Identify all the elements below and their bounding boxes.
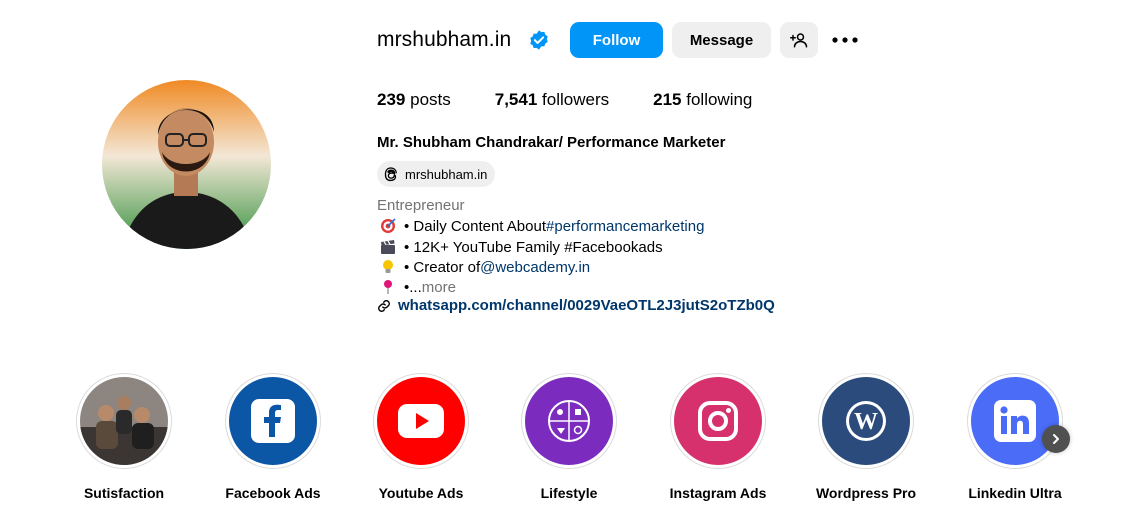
bio-line-text: •... (404, 278, 422, 296)
message-button[interactable]: Message (672, 22, 771, 58)
highlight-wordpress-pro[interactable]: W Wordpress Pro (811, 373, 921, 501)
highlight-instagram-ads[interactable]: Instagram Ads (663, 373, 773, 501)
bio-website-link[interactable]: whatsapp.com/channel/0029VaeOTL2J3jutS2o… (377, 297, 775, 314)
instagram-logo-icon (674, 377, 762, 465)
following-count: 215 (653, 90, 682, 109)
svg-text:W: W (854, 409, 878, 435)
threads-icon (384, 167, 397, 182)
highlight-label: Youtube Ads (378, 485, 464, 501)
bio-line-text: • Creator of (404, 258, 481, 276)
highlight-facebook-ads[interactable]: Facebook Ads (218, 373, 328, 501)
followers-stat[interactable]: 7,541 followers (495, 90, 609, 110)
highlight-label: Facebook Ads (225, 485, 321, 501)
facebook-logo-icon (229, 377, 317, 465)
highlight-label: Sutisfaction (83, 485, 165, 501)
highlight-ring (521, 373, 617, 469)
threads-badge[interactable]: mrshubham.in (377, 161, 496, 187)
follow-button[interactable]: Follow (570, 22, 663, 58)
person-plus-icon (790, 33, 808, 48)
highlight-label: Lifestyle (540, 485, 598, 501)
highlight-ring (225, 373, 321, 469)
highlight-label: Linkedin Ultra (968, 485, 1062, 501)
wordpress-logo-icon: W (822, 377, 910, 465)
bio-line-text: • 12K+ YouTube Family #Facebookads (404, 238, 663, 256)
highlights-next-button[interactable] (1042, 425, 1070, 453)
link-icon (378, 299, 390, 312)
bio-line: • Daily Content About #performancemarketi… (379, 217, 704, 235)
following-label: following (686, 90, 753, 109)
highlight-cover-photo (80, 377, 168, 465)
chevron-right-icon (1053, 434, 1059, 444)
light-bulb-icon (379, 258, 397, 276)
bio-line-text: • Daily Content About (404, 217, 547, 235)
highlight-label: Instagram Ads (669, 485, 767, 501)
verified-badge-icon (530, 30, 548, 50)
followers-count: 7,541 (494, 90, 538, 109)
following-stat[interactable]: 215 following (653, 90, 752, 110)
mention-link[interactable]: @webcademy.in (480, 259, 590, 276)
posts-stat: 239 posts (377, 90, 451, 110)
posts-count: 239 (377, 90, 406, 109)
highlight-ring (967, 373, 1063, 469)
direct-hit-icon (379, 217, 397, 235)
threads-handle: mrshubham.in (405, 166, 488, 182)
highlight-ring (373, 373, 469, 469)
more-dots-icon (832, 37, 858, 43)
website-url: whatsapp.com/channel/0029VaeOTL2J3jutS2o… (398, 297, 775, 314)
linkedin-logo-icon (971, 377, 1059, 465)
bio-more-link[interactable]: more (422, 279, 456, 296)
highlight-ring (670, 373, 766, 469)
highlight-sutisfaction[interactable]: Sutisfaction (69, 373, 179, 501)
followers-label: followers (542, 90, 610, 109)
bio-line: •... more (379, 278, 456, 296)
clapper-board-icon (379, 238, 397, 256)
profile-username: mrshubham.in (377, 28, 512, 51)
lifestyle-icon (525, 377, 613, 465)
highlight-youtube-ads[interactable]: Youtube Ads (366, 373, 476, 501)
profile-avatar[interactable] (102, 80, 271, 249)
profile-full-name: Mr. Shubham Chandrakar/ Performance Mark… (377, 134, 726, 151)
highlight-lifestyle[interactable]: Lifestyle (514, 373, 624, 501)
highlight-label: Wordpress Pro (815, 485, 917, 501)
round-pushpin-icon (379, 278, 397, 296)
bio-line: • Creator of @webcademy.in (379, 258, 590, 276)
profile-category: Entrepreneur (377, 197, 465, 214)
more-options-button[interactable] (830, 28, 860, 52)
posts-label: posts (410, 90, 451, 109)
profile-stats: 239 posts 7,541 followers 215 following (377, 90, 796, 110)
suggested-users-button[interactable] (780, 22, 818, 58)
hashtag-link[interactable]: #performancemarketing (546, 218, 704, 235)
highlight-ring (76, 373, 172, 469)
youtube-logo-icon (377, 377, 465, 465)
bio-line: • 12K+ YouTube Family #Facebookads (379, 238, 663, 256)
highlight-ring: W (818, 373, 914, 469)
